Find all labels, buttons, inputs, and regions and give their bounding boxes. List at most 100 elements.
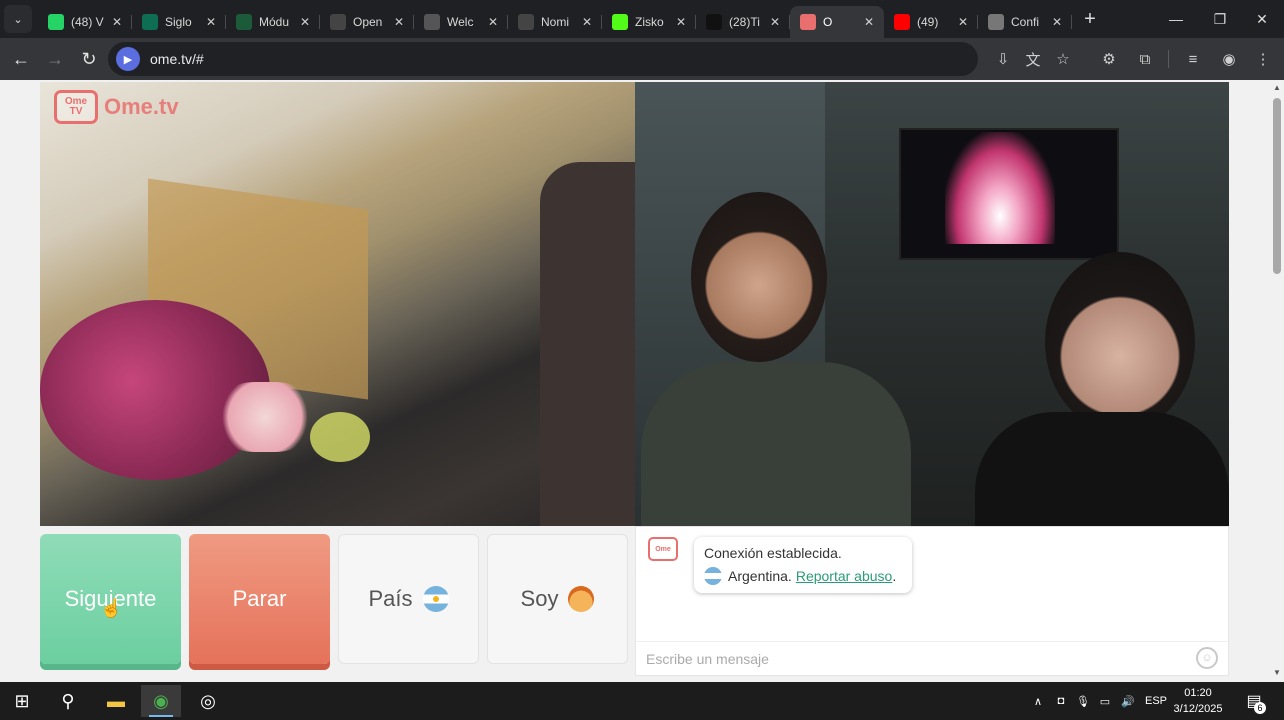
extension-icon[interactable]: ⚙ (1096, 46, 1122, 72)
browser-tab[interactable]: Confi ✕ (978, 6, 1072, 38)
report-link-suffix: . (892, 568, 897, 584)
address-bar[interactable]: ▶ ome.tv/# (108, 42, 978, 76)
connection-status-text: Conexión establecida. (704, 545, 842, 561)
browser-tab[interactable]: Nomi ✕ (508, 6, 602, 38)
browser-tab[interactable]: Zisko ✕ (602, 6, 696, 38)
install-app-icon[interactable]: ⇩ (990, 46, 1016, 72)
translate-icon[interactable]: 文 (1020, 46, 1046, 72)
whatsapp-icon (48, 14, 64, 30)
browser-tab[interactable]: Open ✕ (320, 6, 414, 38)
bookmark-star-icon[interactable]: ☆ (1050, 46, 1076, 72)
tab-title: Módu (259, 15, 290, 29)
gender-select-button[interactable]: Soy (487, 534, 628, 664)
close-tab-icon[interactable]: ✕ (392, 15, 406, 29)
system-clock[interactable]: 01:20 3/12/2025 (1172, 685, 1224, 717)
browser-tab[interactable]: Welc ✕ (414, 6, 508, 38)
microphone-icon[interactable]: 🎙 (1074, 682, 1092, 720)
logo-tv-bottom-text: TV (69, 106, 83, 117)
tab-title: (28)Ti (729, 15, 760, 29)
network-icon[interactable]: ▭ (1096, 682, 1114, 720)
ometv-icon (800, 14, 816, 30)
tray-webcam-icon[interactable]: ◘ (1052, 682, 1070, 720)
country-filter-button[interactable]: País (338, 534, 479, 664)
search-icon[interactable]: ⚲ (48, 685, 88, 717)
browser-tab[interactable]: Módu ✕ (226, 6, 320, 38)
country-line: Argentina. Reportar abuso . (704, 567, 902, 585)
close-tab-icon[interactable]: ✕ (956, 15, 970, 29)
tab-strip: (48) V ✕ Siglo ✕ Módu ✕ Open ✕ Welc ✕ Nomi ✕ Zisko ✕(… (38, 0, 1072, 38)
file-explorer-icon[interactable]: ▬ (96, 685, 136, 717)
browser-menu-icon[interactable]: ⋮ (1250, 46, 1276, 72)
tiktok-icon (706, 14, 722, 30)
notification-center-icon[interactable]: ▤ (1240, 682, 1268, 720)
media-queue-icon[interactable]: ≡ (1180, 46, 1206, 72)
tab-title: O (823, 15, 833, 29)
tray-overflow-chevron-icon[interactable]: ∧ (1030, 682, 1046, 720)
stranger-video: Ome TV Ome.tv (40, 82, 635, 526)
forward-arrow-icon[interactable]: → (38, 42, 72, 76)
ometv-brand-text: Ome.tv (104, 94, 179, 119)
extensions-puzzle-icon[interactable]: ⧉ (1132, 46, 1158, 72)
browser-tab[interactable]: (28)Ti ✕ (696, 6, 790, 38)
stop-button[interactable]: Parar (189, 534, 330, 664)
video-blur-shape (945, 132, 1055, 244)
profile-avatar-icon[interactable]: ◉ (1216, 46, 1242, 72)
tab-title: Welc (447, 15, 474, 29)
site-info-icon[interactable]: ▶ (116, 47, 140, 71)
reload-icon[interactable]: ↻ (72, 42, 106, 76)
ometv-page: Ome TV Ome.tv Siguiente Parar País Soy ☝… (0, 80, 1270, 682)
scroll-down-arrow-icon[interactable]: ▼ (1272, 668, 1282, 677)
page-scrollbar[interactable]: ▲ ▼ (1270, 80, 1284, 682)
tab-search-dropdown-button[interactable]: ⌄ (4, 5, 32, 33)
hand-cursor-icon: ☝ (100, 598, 123, 618)
chat-panel: Ome Conexión establecida. Argentina. Rep… (635, 526, 1229, 676)
browser-tab[interactable]: O ✕ (790, 6, 884, 38)
close-tab-icon[interactable]: ✕ (110, 15, 124, 29)
country-text: Argentina. (728, 568, 792, 584)
clock-time: 01:20 (1184, 687, 1212, 699)
message-input-row: ☺ (636, 641, 1228, 675)
close-tab-icon[interactable]: ✕ (674, 15, 688, 29)
close-tab-icon[interactable]: ✕ (1050, 15, 1064, 29)
kick-icon (612, 14, 628, 30)
close-window-button[interactable]: ✕ (1240, 0, 1284, 38)
ometv-chat-logo-icon: Ome (648, 537, 678, 561)
message-input[interactable] (646, 650, 1186, 667)
minimize-window-button[interactable]: — (1154, 0, 1198, 38)
gender-button-label: Soy (520, 586, 559, 611)
browser-tab[interactable]: (48) V ✕ (38, 6, 132, 38)
siglo21-icon (142, 14, 158, 30)
language-indicator[interactable]: ESP (1142, 682, 1170, 720)
stop-button-label: Parar (232, 586, 287, 611)
browser-tab[interactable]: (49) ✕ (884, 6, 978, 38)
scroll-up-arrow-icon[interactable]: ▲ (1272, 83, 1282, 92)
url-text[interactable]: ome.tv/# (150, 51, 204, 67)
windows-start-icon[interactable]: ⊞ (2, 685, 42, 717)
self-camera-video (635, 82, 1229, 526)
recording-app-icon[interactable]: ◎ (188, 685, 228, 717)
scrollbar-thumb[interactable] (1273, 98, 1281, 274)
new-tab-button[interactable]: + (1076, 5, 1104, 33)
video-blur-shape (641, 362, 911, 526)
close-tab-icon[interactable]: ✕ (298, 15, 312, 29)
country-button-label: País (368, 586, 413, 611)
volume-icon[interactable]: 🔊 (1118, 682, 1138, 720)
argentina-flag-icon (704, 567, 722, 585)
close-tab-icon[interactable]: ✕ (204, 15, 218, 29)
tab-title: Confi (1011, 15, 1040, 29)
chrome-icon[interactable]: ◉ (141, 685, 181, 717)
ometv-logo[interactable]: Ome TV Ome.tv (54, 90, 179, 124)
close-tab-icon[interactable]: ✕ (862, 15, 876, 29)
chat-logo-text: Ome (655, 545, 671, 553)
report-abuse-link[interactable]: Reportar abuso (796, 568, 893, 584)
close-tab-icon[interactable]: ✕ (580, 15, 594, 29)
emoji-picker-icon[interactable]: ☺ (1196, 647, 1218, 669)
tab-divider (1071, 15, 1072, 29)
moodle-icon (236, 14, 252, 30)
video-blur-shape (540, 162, 635, 526)
restore-window-button[interactable]: ❐ (1198, 0, 1242, 38)
close-tab-icon[interactable]: ✕ (768, 15, 782, 29)
browser-tab[interactable]: Siglo ✕ (132, 6, 226, 38)
close-tab-icon[interactable]: ✕ (486, 15, 500, 29)
back-arrow-icon[interactable]: ← (4, 42, 38, 76)
